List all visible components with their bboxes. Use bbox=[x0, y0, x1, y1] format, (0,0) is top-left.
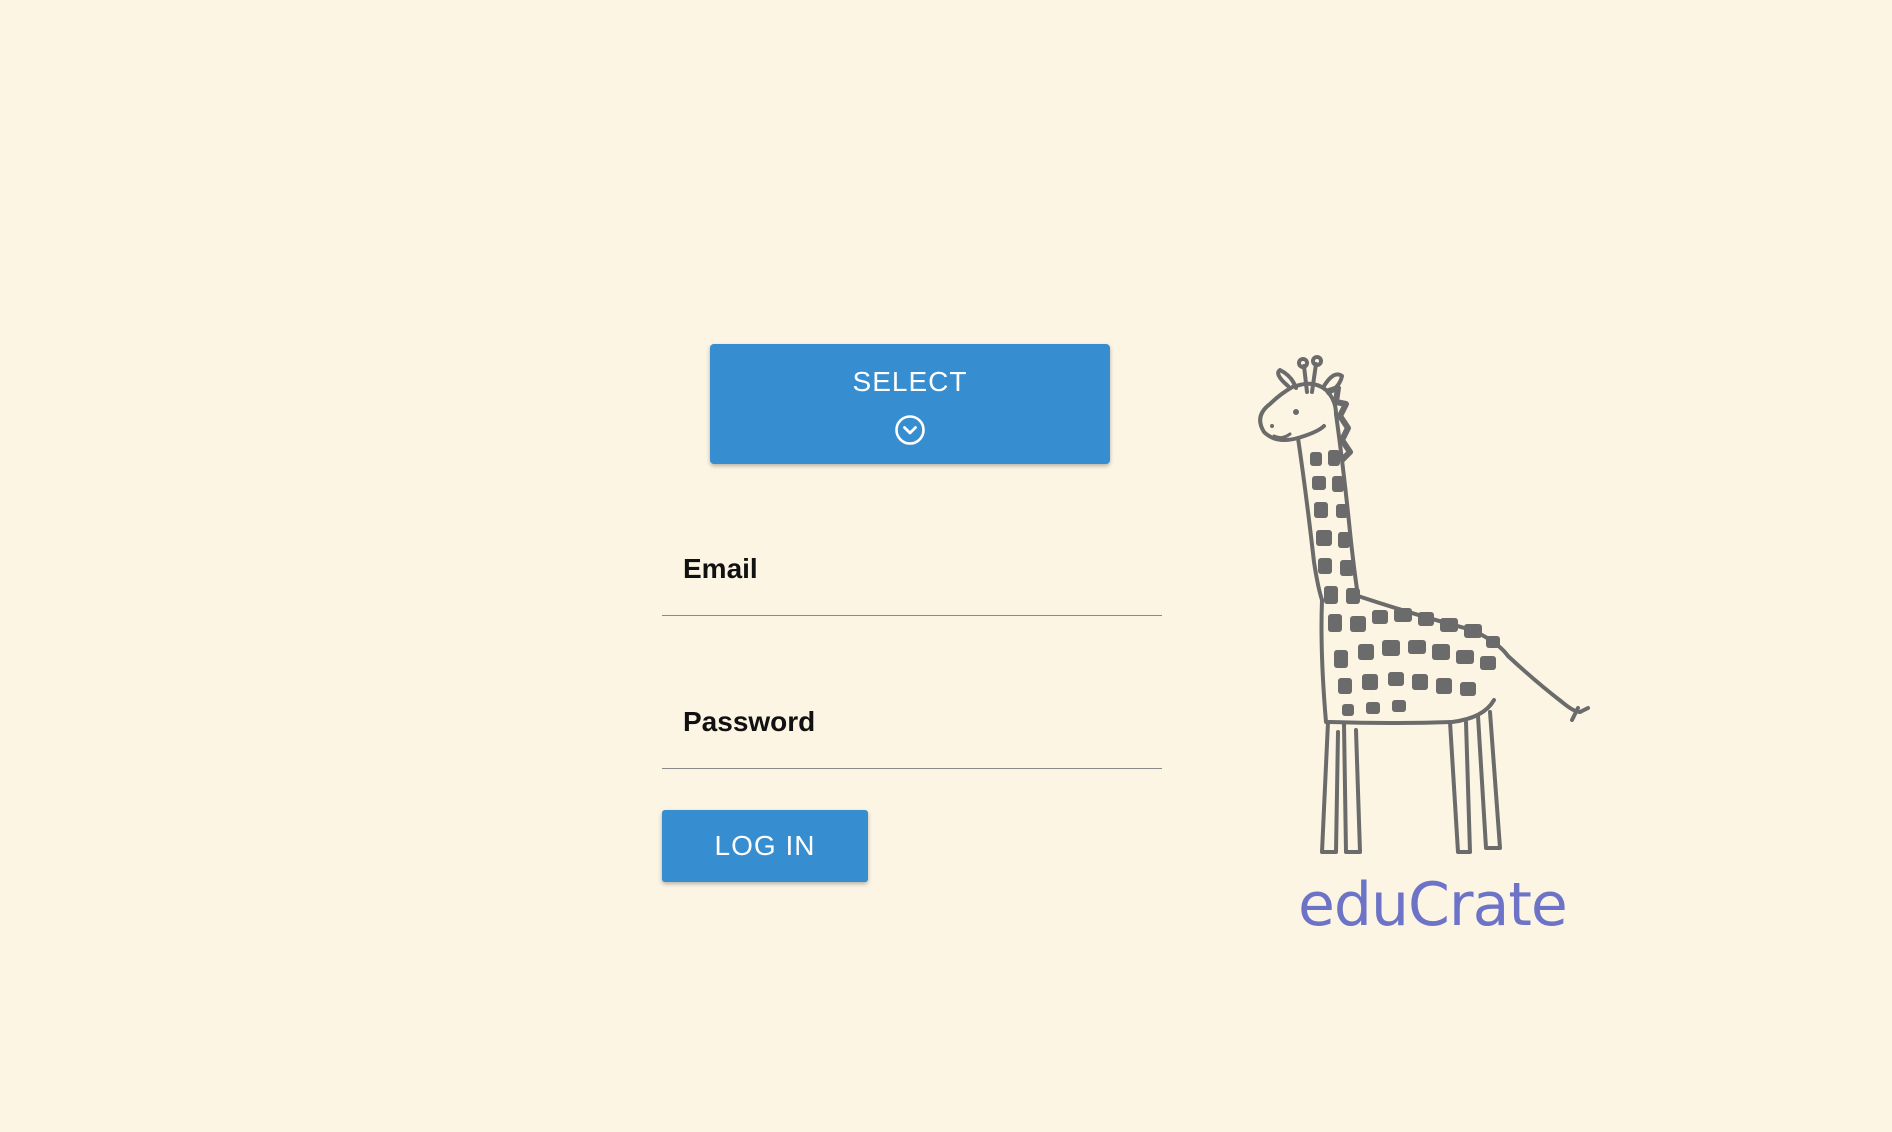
giraffe-icon bbox=[1252, 352, 1622, 872]
select-dropdown-button[interactable]: SELECT bbox=[710, 344, 1110, 464]
chevron-down-circle-icon bbox=[894, 414, 926, 446]
password-field[interactable]: Password bbox=[662, 698, 1162, 769]
email-field[interactable]: Email bbox=[662, 545, 1162, 616]
brand-logo-text: eduCrate bbox=[1298, 870, 1568, 940]
password-input[interactable] bbox=[662, 698, 1162, 768]
select-button-label: SELECT bbox=[852, 366, 968, 397]
email-input[interactable] bbox=[662, 545, 1162, 615]
login-button[interactable]: LOG IN bbox=[662, 810, 868, 882]
login-page: { "select_button": { "label": "SELECT", … bbox=[0, 0, 1892, 1132]
